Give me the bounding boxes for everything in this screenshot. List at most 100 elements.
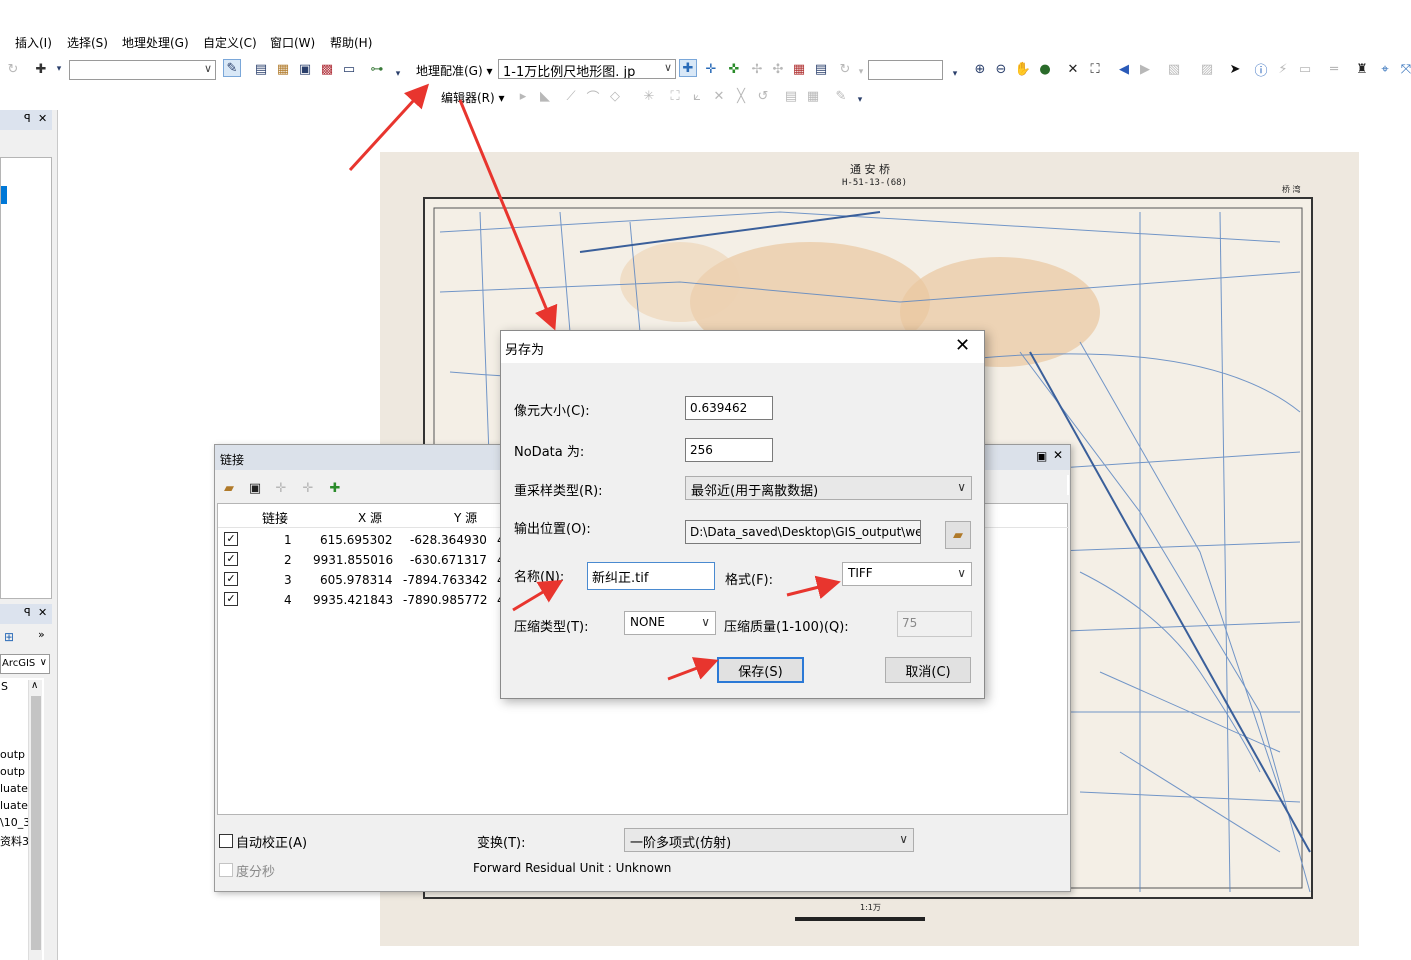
save-links-icon[interactable]: ▣ xyxy=(246,479,264,497)
compression-type-select[interactable]: NONE ∨ xyxy=(624,611,716,635)
rotate-tool-icon[interactable]: ↺ xyxy=(754,87,772,105)
format-select[interactable]: TIFF ∨ xyxy=(842,562,972,586)
row-checkbox[interactable]: ✓ xyxy=(224,532,238,546)
straight-segment-icon[interactable]: ⟋ xyxy=(562,87,580,105)
edit-tool-icon[interactable]: ▸ xyxy=(514,87,532,105)
sketch-properties-icon[interactable]: ▦ xyxy=(804,87,822,105)
menu-customize[interactable]: 自定义(C) xyxy=(203,34,257,51)
model-builder-icon[interactable]: ⊶ xyxy=(368,60,386,78)
editor-overflow-icon[interactable]: ▾ xyxy=(851,91,869,109)
catalog-location-combo[interactable]: ArcGIS ∨ xyxy=(0,654,50,674)
select-link-icon[interactable]: ✜ xyxy=(725,60,743,78)
menu-help[interactable]: 帮助(H) xyxy=(330,34,372,51)
cut-polygons-icon[interactable]: ✕ xyxy=(710,87,728,105)
reshape-icon[interactable]: ⟀ xyxy=(688,87,706,105)
auto-adjust-checkbox[interactable] xyxy=(219,834,233,848)
attributes-icon[interactable]: ▤ xyxy=(782,87,800,105)
add-control-points-icon[interactable]: ✚ xyxy=(679,59,697,77)
toc-selected-layer[interactable] xyxy=(1,186,7,204)
add-data-dropdown-icon[interactable]: ▾ xyxy=(50,60,68,78)
transformation-select[interactable]: 一阶多项式(仿射) ∨ xyxy=(624,828,914,852)
tree-item[interactable]: luate xyxy=(0,782,28,795)
fixed-zoom-out-icon[interactable]: ⛶ xyxy=(1086,60,1104,78)
identify-icon[interactable]: ⓘ xyxy=(1252,60,1270,79)
select-elements-icon[interactable]: ➤ xyxy=(1226,60,1244,78)
add-link-icon[interactable]: ✚ xyxy=(326,479,344,497)
georef-overflow-icon[interactable]: ▾ xyxy=(946,65,964,83)
georef-layer-combo[interactable]: 1-1万比例尺地形图. jp ∨ xyxy=(498,59,676,79)
clear-selection-icon[interactable]: ▨ xyxy=(1198,60,1216,78)
pin-icon[interactable]: ꟼ xyxy=(24,606,31,619)
close-icon[interactable]: ✕ xyxy=(1053,448,1063,462)
catalog-icon[interactable]: ▦ xyxy=(274,60,292,78)
delete-link-icon[interactable]: ✣ xyxy=(769,60,787,78)
resample-select[interactable]: 最邻近(用于离散数据) ∨ xyxy=(685,476,972,500)
html-popup-icon[interactable]: ▭ xyxy=(1296,60,1314,78)
save-dialog-titlebar[interactable]: 另存为 ✕ xyxy=(501,331,984,363)
compression-quality-input[interactable]: 75 xyxy=(897,611,972,637)
edit-vertices-icon[interactable]: ⛶ xyxy=(666,87,684,105)
column-header[interactable]: X 源 xyxy=(358,509,382,526)
delete-link-icon[interactable]: ✛ xyxy=(299,479,317,497)
scroll-thumb[interactable] xyxy=(31,696,41,950)
zoom-to-selected-link-icon[interactable]: ✢ xyxy=(748,60,766,78)
add-data-icon[interactable]: ✚ xyxy=(32,60,50,78)
catalog-scrollbar[interactable]: ∧ xyxy=(28,680,42,960)
forward-extent-icon[interactable]: ▶ xyxy=(1136,60,1154,78)
cell-size-input[interactable]: 0.639462 xyxy=(685,396,773,420)
scale-combo[interactable]: ∨ xyxy=(69,60,216,80)
rotation-input[interactable] xyxy=(868,60,943,80)
end-point-arc-icon[interactable]: ⌒ xyxy=(584,87,602,106)
pan-icon[interactable]: ✋ xyxy=(1014,60,1032,78)
tree-item[interactable]: outp xyxy=(0,748,25,761)
dms-checkbox[interactable] xyxy=(219,863,233,877)
search-window-icon[interactable]: ▣ xyxy=(296,60,314,78)
more-tools-icon[interactable]: » xyxy=(38,628,45,641)
time-slider-icon[interactable]: ⤧ xyxy=(1397,60,1411,78)
zoom-in-icon[interactable]: ⊕ xyxy=(971,60,989,78)
fixed-zoom-in-icon[interactable]: ✕ xyxy=(1064,60,1082,78)
go-to-xy-icon[interactable]: ⌖ xyxy=(1376,60,1394,78)
pin-icon[interactable]: ꟼ xyxy=(24,112,31,125)
split-tool-icon[interactable]: ╳ xyxy=(732,87,750,105)
trace-icon[interactable]: ◇ xyxy=(606,87,624,105)
back-extent-icon[interactable]: ◀ xyxy=(1115,60,1133,78)
editor-menu[interactable]: 编辑器(R) ▾ xyxy=(441,89,505,106)
close-icon[interactable]: ✕ xyxy=(955,335,970,356)
auto-adjust-icon[interactable]: ✛ xyxy=(272,479,290,497)
menu-insert[interactable]: 插入(I) xyxy=(15,34,52,51)
open-folder-icon[interactable]: ▰ xyxy=(220,479,238,497)
table-of-contents-icon[interactable]: ▤ xyxy=(252,60,270,78)
output-location-input[interactable]: D:\Data_saved\Desktop\GIS_output\wee xyxy=(685,520,921,544)
name-input[interactable]: 新纠正.tif xyxy=(587,562,715,590)
zoom-out-icon[interactable]: ⊖ xyxy=(992,60,1010,78)
redo-icon[interactable]: ↻ xyxy=(4,60,22,78)
column-header[interactable]: 链接 xyxy=(262,508,288,527)
browse-folder-button[interactable]: ▰ xyxy=(945,521,971,549)
auto-registration-icon[interactable]: ✛ xyxy=(702,60,720,78)
tree-item[interactable]: 资料3 xyxy=(0,833,29,849)
link-table-icon[interactable]: ▤ xyxy=(812,60,830,78)
tree-item[interactable]: luate xyxy=(0,799,28,812)
scroll-up-icon[interactable]: ∧ xyxy=(31,680,38,691)
find-icon[interactable]: ♜ xyxy=(1353,60,1371,78)
nodata-input[interactable]: 256 xyxy=(685,438,773,462)
viewer-icon[interactable]: ▦ xyxy=(790,60,808,78)
menu-geoprocessing[interactable]: 地理处理(G) xyxy=(122,34,189,51)
python-window-icon[interactable]: ▭ xyxy=(340,60,358,78)
menu-window[interactable]: 窗口(W) xyxy=(270,34,315,51)
measure-icon[interactable]: ═ xyxy=(1325,60,1343,78)
row-checkbox[interactable]: ✓ xyxy=(224,552,238,566)
georeferencing-menu[interactable]: 地理配准(G) ▾ xyxy=(416,62,493,79)
tree-item[interactable]: S xyxy=(1,680,8,693)
create-features-icon[interactable]: ✎ xyxy=(832,87,850,105)
hyperlink-icon[interactable]: ⚡ xyxy=(1274,60,1292,78)
close-icon[interactable]: ✕ xyxy=(38,112,47,125)
toolbar-overflow-icon[interactable]: ▾ xyxy=(389,65,407,83)
select-features-icon[interactable]: ▧ xyxy=(1165,60,1183,78)
edit-annotation-icon[interactable]: ◣ xyxy=(536,87,554,105)
menu-selection[interactable]: 选择(S) xyxy=(67,34,108,51)
row-checkbox[interactable]: ✓ xyxy=(224,572,238,586)
close-icon[interactable]: ✕ xyxy=(38,606,47,619)
full-extent-icon[interactable]: ● xyxy=(1036,60,1054,78)
